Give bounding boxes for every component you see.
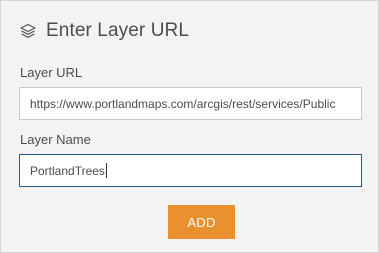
panel-title: Enter Layer URL <box>46 20 190 41</box>
layer-name-value: PortlandTrees <box>30 163 105 178</box>
add-layer-panel: Enter Layer URL Layer URL https://www.po… <box>0 0 379 253</box>
layer-url-label: Layer URL <box>20 65 83 80</box>
layers-icon <box>19 22 37 40</box>
text-caret <box>105 163 107 178</box>
add-button[interactable]: ADD <box>168 205 235 239</box>
panel-header: Enter Layer URL <box>19 19 189 43</box>
layer-url-input[interactable]: https://www.portlandmaps.com/arcgis/rest… <box>19 87 362 120</box>
layer-name-input[interactable]: PortlandTrees <box>19 154 362 187</box>
layer-url-value: https://www.portlandmaps.com/arcgis/rest… <box>30 96 336 111</box>
layer-name-label: Layer Name <box>20 132 91 147</box>
